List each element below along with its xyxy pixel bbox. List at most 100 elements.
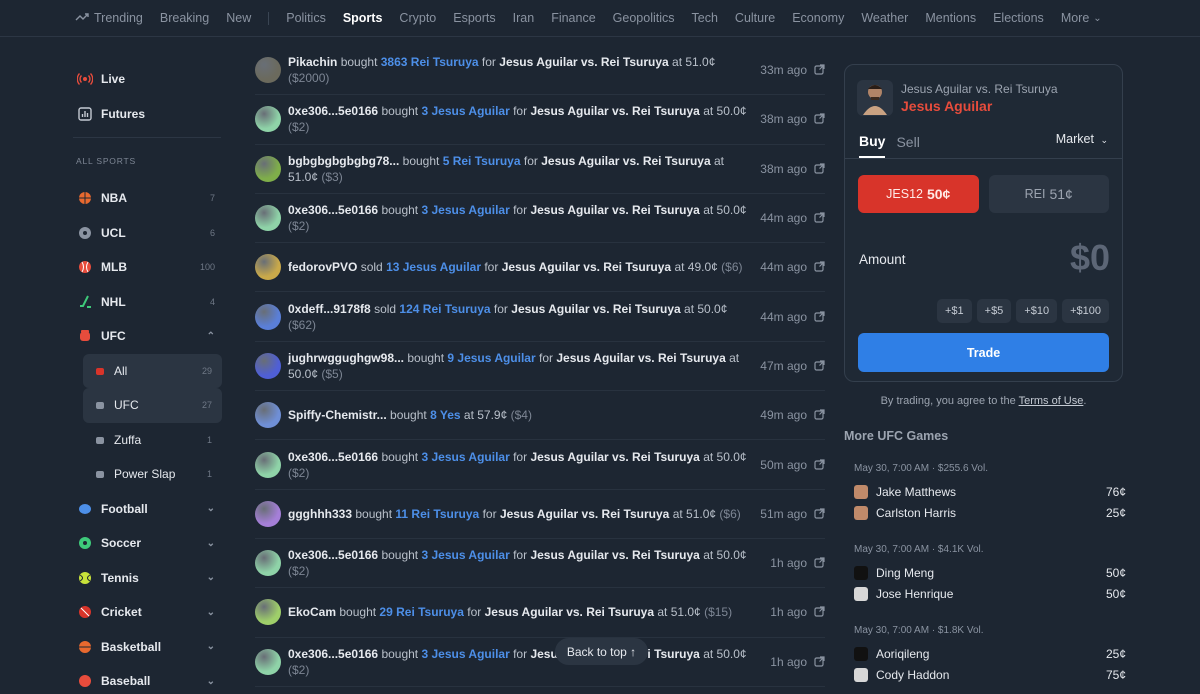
- external-link-icon[interactable]: [814, 458, 825, 473]
- sidebar-subitem-zuffa[interactable]: Zuffa 1: [83, 423, 222, 458]
- external-link-icon[interactable]: [814, 508, 825, 522]
- external-link-icon[interactable]: [814, 409, 825, 423]
- sidebar-item-soccer[interactable]: Soccer ⌄: [67, 526, 227, 561]
- sidebar-item-tennis[interactable]: Tennis ⌄: [67, 561, 227, 596]
- nav-mentions[interactable]: Mentions: [925, 11, 976, 25]
- avatar[interactable]: [255, 402, 281, 429]
- sidebar-subitem-all[interactable]: All 29: [83, 353, 222, 388]
- activity-quantity[interactable]: 3 Jesus Aguilar: [421, 450, 509, 464]
- external-link-icon[interactable]: [814, 557, 825, 571]
- activity-market[interactable]: Jesus Aguilar vs. Rei Tsuruya: [541, 154, 710, 168]
- activity-user[interactable]: EkoCam: [288, 605, 336, 619]
- external-link-icon[interactable]: [814, 360, 825, 374]
- activity-market[interactable]: Jesus Aguilar vs. Rei Tsuruya: [556, 351, 725, 365]
- activity-market[interactable]: Jesus Aguilar vs. Rei Tsuruya: [511, 302, 680, 316]
- sidebar-item-basketball[interactable]: Basketball ⌄: [67, 630, 227, 665]
- nav-culture[interactable]: Culture: [735, 11, 775, 25]
- activity-market[interactable]: Jesus Aguilar vs. Rei Tsuruya: [500, 507, 669, 521]
- avatar[interactable]: [255, 106, 281, 133]
- back-to-top-button[interactable]: Back to top ↑: [555, 638, 648, 665]
- activity-quantity[interactable]: 5 Rei Tsuruya: [443, 154, 521, 168]
- avatar[interactable]: [255, 205, 281, 232]
- sidebar-subitem-power-slap[interactable]: Power Slap 1: [83, 457, 222, 492]
- nav-tech[interactable]: Tech: [692, 11, 718, 25]
- game-fighter-row[interactable]: Ding Meng 50¢: [854, 562, 1128, 584]
- quick-amount-button[interactable]: +$10: [1016, 299, 1058, 323]
- avatar[interactable]: [255, 648, 281, 675]
- nav-esports[interactable]: Esports: [453, 11, 495, 25]
- sidebar-item-nhl[interactable]: NHL 4: [67, 285, 227, 320]
- activity-user[interactable]: 0xdeff...9178f8: [288, 302, 371, 316]
- external-link-icon[interactable]: [814, 64, 825, 78]
- trade-button[interactable]: Trade: [858, 333, 1109, 372]
- avatar[interactable]: [255, 155, 281, 182]
- external-link-icon[interactable]: [814, 311, 825, 325]
- nav-elections[interactable]: Elections: [993, 11, 1044, 25]
- activity-market[interactable]: Jesus Aguilar vs. Rei Tsuruya: [530, 450, 699, 464]
- external-link-icon[interactable]: [814, 113, 825, 127]
- activity-quantity[interactable]: 11 Rei Tsuruya: [395, 507, 479, 521]
- external-link-icon[interactable]: [814, 606, 825, 620]
- avatar[interactable]: [255, 550, 281, 577]
- activity-quantity[interactable]: 13 Jesus Aguilar: [386, 260, 481, 274]
- nav-trending[interactable]: Trending: [75, 11, 143, 25]
- outcome-yes-button[interactable]: JES12 50¢: [858, 175, 979, 213]
- quick-amount-button[interactable]: +$5: [976, 299, 1012, 323]
- activity-market[interactable]: Jesus Aguilar vs. Rei Tsuruya: [499, 55, 668, 69]
- sidebar-item-futures[interactable]: Futures: [67, 97, 227, 132]
- activity-user[interactable]: jughrwggughgw98...: [288, 351, 404, 365]
- activity-user[interactable]: fedorovPVO: [288, 260, 357, 274]
- sidebar-item-mlb[interactable]: MLB 100: [67, 250, 227, 285]
- sidebar-item-ucl[interactable]: UCL 6: [67, 216, 227, 251]
- activity-user[interactable]: 0xe306...5e0166: [288, 647, 378, 661]
- sidebar-item-ufc[interactable]: UFC ⌃: [67, 319, 227, 354]
- activity-market[interactable]: Jesus Aguilar vs. Rei Tsuruya: [530, 104, 699, 118]
- activity-market[interactable]: Jesus Aguilar vs. Rei Tsuruya: [530, 203, 699, 217]
- nav-weather[interactable]: Weather: [861, 11, 908, 25]
- nav-economy[interactable]: Economy: [792, 11, 844, 25]
- nav-more[interactable]: More ⌄: [1061, 11, 1102, 25]
- activity-quantity[interactable]: 8 Yes: [430, 408, 460, 422]
- tab-buy[interactable]: Buy: [859, 133, 886, 158]
- game-fighter-row[interactable]: Aoriqileng 25¢: [854, 643, 1128, 665]
- quick-amount-button[interactable]: +$100: [1062, 299, 1109, 323]
- activity-market[interactable]: Jesus Aguilar vs. Rei Tsuruya: [502, 260, 671, 274]
- avatar[interactable]: [255, 303, 281, 330]
- avatar[interactable]: [255, 451, 281, 478]
- activity-user[interactable]: 0xe306...5e0166: [288, 450, 378, 464]
- activity-user[interactable]: 0xe306...5e0166: [288, 548, 378, 562]
- activity-user[interactable]: 0xe306...5e0166: [288, 203, 378, 217]
- external-link-icon[interactable]: [814, 656, 825, 670]
- activity-quantity[interactable]: 3 Jesus Aguilar: [421, 548, 509, 562]
- avatar[interactable]: [255, 352, 281, 379]
- sidebar-item-nba[interactable]: NBA 7: [67, 181, 227, 216]
- activity-quantity[interactable]: 3 Jesus Aguilar: [421, 203, 509, 217]
- nav-crypto[interactable]: Crypto: [399, 11, 436, 25]
- nav-politics[interactable]: Politics: [286, 11, 326, 25]
- game-fighter-row[interactable]: Carlston Harris 25¢: [854, 503, 1128, 525]
- activity-quantity[interactable]: 9 Jesus Aguilar: [447, 351, 535, 365]
- activity-quantity[interactable]: 29 Rei Tsuruya: [379, 605, 463, 619]
- quick-amount-button[interactable]: +$1: [936, 299, 972, 323]
- game-fighter-row[interactable]: Jose Henrique 50¢: [854, 584, 1128, 606]
- order-type-dropdown[interactable]: Market ⌄: [1056, 132, 1108, 146]
- activity-user[interactable]: 0xe306...5e0166: [288, 104, 378, 118]
- activity-user[interactable]: Spiffy-Chemistr...: [288, 408, 387, 422]
- nav-sports[interactable]: Sports: [343, 11, 383, 25]
- game-fighter-row[interactable]: Cody Haddon 75¢: [854, 665, 1128, 687]
- nav-finance[interactable]: Finance: [551, 11, 595, 25]
- nav-geopolitics[interactable]: Geopolitics: [613, 11, 675, 25]
- sidebar-item-cricket[interactable]: Cricket ⌄: [67, 595, 227, 630]
- tab-sell[interactable]: Sell: [896, 134, 919, 157]
- nav-iran[interactable]: Iran: [513, 11, 535, 25]
- external-link-icon[interactable]: [814, 261, 825, 275]
- avatar[interactable]: [255, 599, 281, 626]
- activity-quantity[interactable]: 3 Jesus Aguilar: [421, 104, 509, 118]
- avatar[interactable]: [255, 254, 281, 281]
- activity-quantity[interactable]: 124 Rei Tsuruya: [399, 302, 490, 316]
- sidebar-item-football[interactable]: Football ⌄: [67, 492, 227, 527]
- sidebar-item-baseball[interactable]: Baseball ⌄: [67, 664, 227, 694]
- game-fighter-row[interactable]: Jake Matthews 76¢: [854, 481, 1128, 503]
- nav-breaking[interactable]: Breaking: [160, 11, 209, 25]
- external-link-icon[interactable]: [814, 212, 825, 226]
